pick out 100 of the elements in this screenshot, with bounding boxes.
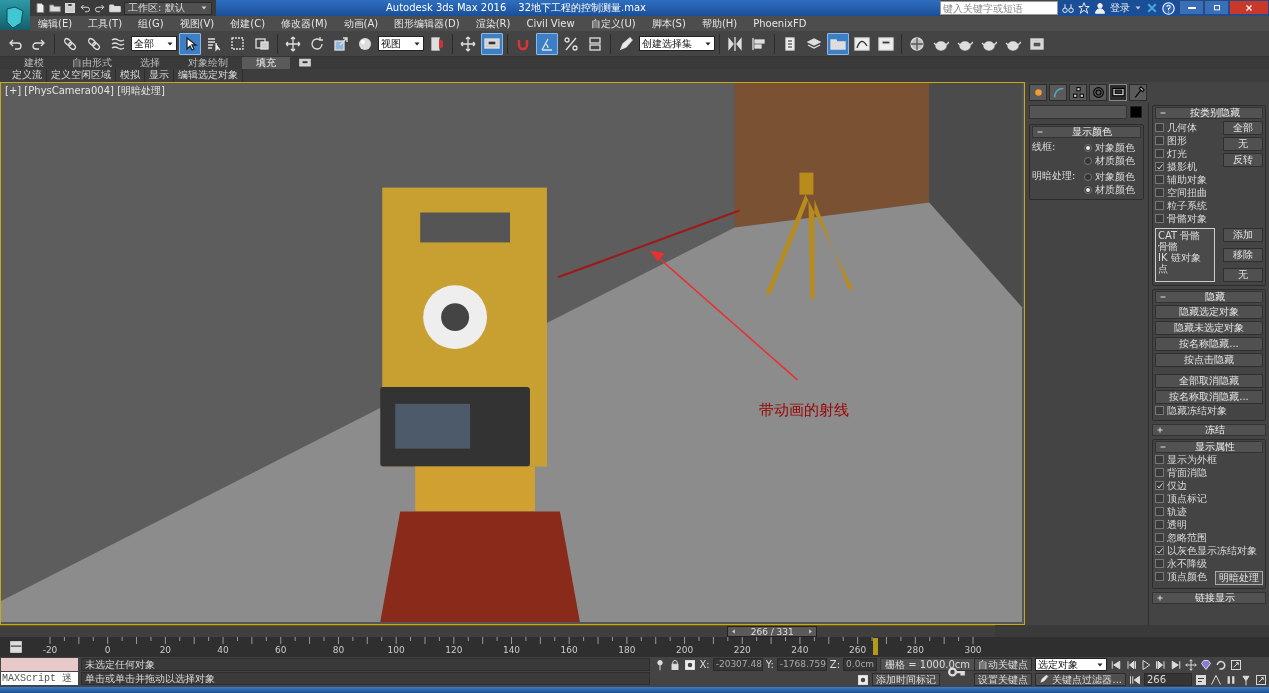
sign-in-link[interactable]: 登录 bbox=[1110, 2, 1130, 14]
rollout-header[interactable]: 链接显示 bbox=[1152, 592, 1266, 604]
frame-field[interactable]: 266 bbox=[1144, 673, 1192, 686]
panel-button[interactable]: 按点击隐藏 bbox=[1155, 353, 1263, 367]
checkbox[interactable] bbox=[1155, 136, 1164, 145]
rollout-header[interactable]: 显示属性 bbox=[1155, 441, 1263, 453]
color-swatch[interactable] bbox=[1130, 106, 1142, 118]
set-key-button[interactable]: 设置关键点 bbox=[974, 673, 1033, 686]
panel-button[interactable]: 移除 bbox=[1223, 248, 1263, 262]
key-mode-dropdown[interactable]: 选定对象 bbox=[1035, 658, 1108, 671]
toolbar-button[interactable] bbox=[481, 32, 503, 55]
ribbon-tab[interactable]: 自由形式 bbox=[58, 57, 126, 69]
name-field[interactable] bbox=[1029, 105, 1127, 119]
menu-item[interactable]: 工具(T) bbox=[80, 17, 131, 30]
panel-button[interactable]: 按名称隐藏... bbox=[1155, 337, 1263, 351]
checkbox[interactable] bbox=[1155, 468, 1164, 477]
pan-icon[interactable] bbox=[1185, 658, 1198, 671]
menu-item[interactable]: 帮助(H) bbox=[693, 17, 746, 30]
close-button[interactable] bbox=[1229, 0, 1269, 15]
menu-item[interactable]: PhoenixFD bbox=[745, 17, 815, 30]
menu-item[interactable]: 自定义(U) bbox=[582, 17, 644, 30]
ribbon-tab[interactable]: 建模 bbox=[10, 57, 58, 69]
checkbox[interactable] bbox=[1155, 123, 1164, 132]
checkbox[interactable] bbox=[1155, 455, 1164, 464]
ribbon-tab[interactable]: 对象绘制 bbox=[174, 57, 242, 69]
checkbox[interactable] bbox=[1155, 201, 1164, 210]
viewport[interactable]: [+] [PhysCamera004] [明暗处理] 带动画的射线 bbox=[0, 82, 1025, 625]
play-icon[interactable] bbox=[1140, 658, 1153, 671]
panel-button[interactable]: 无 bbox=[1223, 268, 1263, 282]
checkbox[interactable] bbox=[1155, 214, 1164, 223]
toolbar-dropdown[interactable]: 全部 bbox=[131, 36, 177, 51]
maximize-toggle-icon[interactable] bbox=[1255, 673, 1267, 686]
rollout-header[interactable]: 显示颜色 bbox=[1032, 126, 1141, 138]
radio-button[interactable] bbox=[1084, 172, 1092, 181]
key-filters-button[interactable]: 关键点过滤器... bbox=[1035, 673, 1126, 686]
command-panel-tab[interactable] bbox=[1049, 84, 1067, 101]
checkbox[interactable] bbox=[1155, 162, 1164, 171]
maximize-viewport-icon[interactable] bbox=[1230, 658, 1243, 671]
coordinate-field[interactable]: -1768.759 bbox=[776, 658, 827, 671]
panel-button[interactable]: 全部 bbox=[1223, 121, 1263, 135]
go-to-start-icon[interactable] bbox=[1110, 658, 1123, 671]
menu-item[interactable]: 组(G) bbox=[130, 17, 172, 30]
checkbox[interactable] bbox=[1155, 520, 1164, 529]
maximize-button[interactable] bbox=[1204, 0, 1229, 15]
open-folder-icon[interactable] bbox=[49, 2, 61, 14]
checkbox[interactable] bbox=[1155, 494, 1164, 503]
command-panel-tab[interactable] bbox=[1029, 84, 1047, 101]
maxscript-field[interactable] bbox=[1, 658, 78, 671]
list-item[interactable]: 骨骼 bbox=[1158, 241, 1212, 252]
list-item[interactable]: 点 bbox=[1158, 263, 1212, 274]
help-icon[interactable] bbox=[1162, 1, 1175, 15]
menu-item[interactable]: 图形编辑器(D) bbox=[386, 17, 468, 30]
next-frame-icon[interactable] bbox=[1155, 658, 1168, 671]
viewport-label[interactable]: [+] [PhysCamera004] [明暗处理] bbox=[5, 85, 165, 97]
panel-button[interactable]: 全部取消隐藏 bbox=[1155, 374, 1263, 388]
app-logo-icon[interactable] bbox=[0, 0, 30, 30]
new-file-icon[interactable] bbox=[34, 2, 46, 14]
star-icon[interactable] bbox=[1078, 2, 1090, 14]
add-time-tag-button[interactable]: 添加时间标记 bbox=[872, 673, 941, 686]
menu-item[interactable]: 编辑(E) bbox=[30, 17, 81, 30]
undo-icon[interactable] bbox=[79, 2, 91, 14]
time-slider-track[interactable]: 266 / 331 bbox=[0, 625, 995, 637]
list-item[interactable]: IK 链对象 bbox=[1158, 252, 1212, 263]
menu-item[interactable]: 视图(V) bbox=[171, 17, 223, 30]
checkbox[interactable] bbox=[1155, 175, 1164, 184]
redo-icon[interactable] bbox=[94, 2, 106, 14]
rollout-header[interactable]: 隐藏 bbox=[1155, 291, 1263, 303]
ribbon-tab[interactable]: 填充 bbox=[242, 57, 290, 69]
search-field[interactable]: 键入关键字或短语 bbox=[940, 1, 1058, 15]
menu-item[interactable]: 渲染(R) bbox=[467, 17, 519, 30]
time-slider-thumb[interactable]: 266 / 331 bbox=[727, 626, 818, 637]
list-item[interactable]: CAT 骨骼 bbox=[1158, 230, 1212, 241]
previous-frame-icon[interactable] bbox=[1125, 658, 1138, 671]
panel-button[interactable]: 按名称取消隐藏... bbox=[1155, 390, 1263, 404]
coordinate-field[interactable]: 0.0cm bbox=[843, 658, 878, 671]
menu-item[interactable]: 修改器(M) bbox=[273, 17, 336, 30]
toolbar-dropdown[interactable]: 创建选择集 bbox=[639, 36, 715, 51]
menu-item[interactable]: 创建(C) bbox=[222, 17, 274, 30]
panel-button[interactable]: 隐藏选定对象 bbox=[1155, 305, 1263, 319]
checkbox[interactable] bbox=[1155, 406, 1164, 415]
go-to-end-icon[interactable] bbox=[1170, 658, 1183, 671]
command-panel-tab[interactable] bbox=[1109, 84, 1127, 101]
radio-button[interactable] bbox=[1084, 156, 1092, 165]
panel-button[interactable]: 添加 bbox=[1223, 228, 1263, 242]
caret-icon[interactable] bbox=[1134, 4, 1142, 12]
lock-icon[interactable] bbox=[669, 658, 682, 671]
orbit-icon[interactable] bbox=[1215, 658, 1228, 671]
panel-button[interactable]: 明暗处理 bbox=[1215, 571, 1263, 585]
panel-button[interactable]: 无 bbox=[1223, 137, 1263, 151]
panel-button[interactable]: 反转 bbox=[1223, 153, 1263, 167]
toolbar-dropdown[interactable]: 视图 bbox=[378, 36, 424, 51]
checkbox[interactable] bbox=[1155, 481, 1164, 490]
category-list[interactable]: CAT 骨骼 骨骼 IK 链对象 点 bbox=[1155, 228, 1215, 282]
project-folder-icon[interactable] bbox=[109, 2, 121, 14]
menu-item[interactable]: 脚本(S) bbox=[643, 17, 694, 30]
binoculars-icon[interactable] bbox=[1062, 2, 1074, 14]
rollout-header[interactable]: 冻结 bbox=[1152, 424, 1266, 436]
user-icon[interactable] bbox=[1094, 2, 1106, 14]
maxscript-listener[interactable]: MAXScript 迷 bbox=[1, 672, 78, 685]
checkbox[interactable] bbox=[1155, 507, 1164, 516]
